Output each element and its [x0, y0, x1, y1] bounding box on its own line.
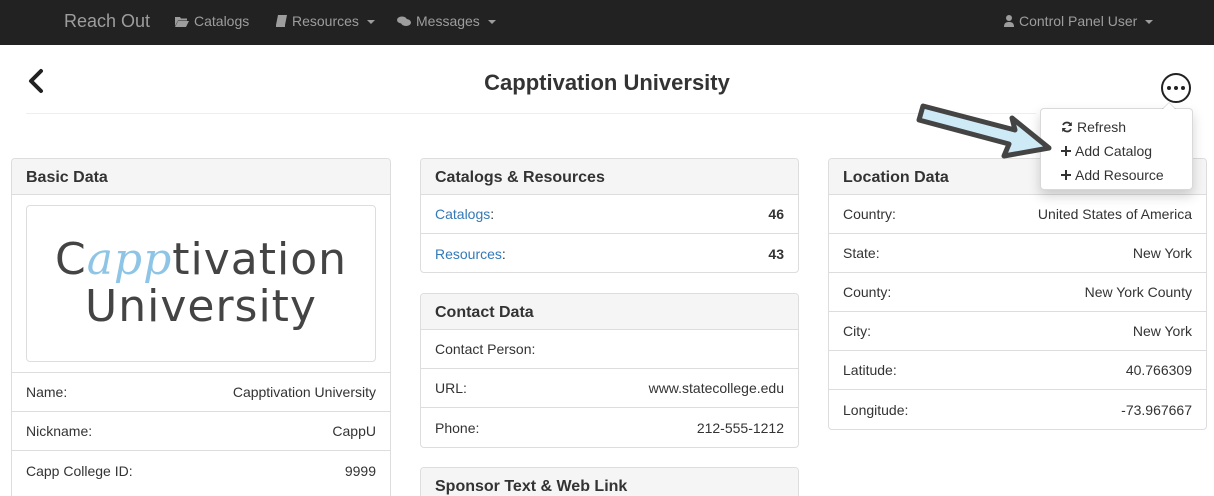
brand-link[interactable]: Reach Out	[64, 11, 150, 32]
location-row-longitude: Longitude: -73.967667	[843, 401, 1192, 418]
more-options-menu: Refresh Add Catalog Add Resource	[1040, 102, 1193, 190]
nav-catalogs-label: Catalogs	[194, 13, 250, 29]
menu-item-refresh[interactable]: Refresh	[1041, 115, 1192, 139]
location-row-country: Country: United States of America	[829, 195, 1206, 234]
nav-user-label: Control Panel User	[1019, 13, 1138, 29]
menu-item-add-resource[interactable]: Add Resource	[1041, 163, 1192, 187]
basic-data-heading: Basic Data	[12, 159, 390, 195]
catalogs-resources-heading: Catalogs & Resources	[421, 159, 798, 195]
more-dot	[1181, 86, 1185, 90]
catalogs-resources-panel: Catalogs & Resources Catalogs: 46 Resour…	[420, 158, 799, 273]
book-icon	[276, 15, 287, 27]
catalogs-count: 46	[768, 206, 784, 222]
folder-open-icon	[175, 16, 189, 27]
location-data-panel: Location Data Country: United States of …	[828, 158, 1207, 430]
refresh-icon	[1062, 121, 1072, 133]
sponsor-heading: Sponsor Text & Web Link	[421, 468, 798, 496]
caret-down-icon	[1145, 20, 1154, 24]
plus-icon	[1061, 170, 1071, 180]
location-row-city: City: New York	[829, 312, 1206, 351]
contact-data-panel: Contact Data Contact Person: URL: www.st…	[420, 293, 799, 448]
basic-row-nickname: Nickname: CappU	[12, 412, 390, 451]
location-row-county: County: New York County	[829, 273, 1206, 312]
basic-data-panel: Basic Data Capptivation University Name:…	[11, 158, 391, 496]
more-dot	[1174, 86, 1178, 90]
caret-down-icon	[487, 20, 496, 24]
catalogs-link[interactable]: Catalogs	[435, 206, 490, 222]
contact-data-heading: Contact Data	[421, 294, 798, 330]
contact-row-phone: Phone: 212-555-1212	[435, 419, 784, 436]
contact-row-person: Contact Person:	[421, 330, 798, 369]
location-row-latitude: Latitude: 40.766309	[829, 351, 1206, 390]
page-title: Capptivation University	[484, 70, 730, 95]
resources-count: 43	[768, 245, 784, 262]
resources-row: Resources: 43	[435, 245, 784, 262]
user-icon	[1004, 15, 1014, 27]
nav-catalogs[interactable]: Catalogs	[175, 13, 249, 29]
caret-down-icon	[366, 20, 375, 24]
university-logo: Capptivation University	[26, 205, 376, 362]
nav-user-dropdown[interactable]: Control Panel User	[1004, 13, 1154, 29]
more-dot	[1167, 86, 1171, 90]
more-options-button[interactable]	[1161, 73, 1191, 103]
nav-resources-label: Resources	[292, 13, 359, 29]
header-divider	[26, 113, 1036, 114]
basic-row-name: Name: Capptivation University	[12, 373, 390, 412]
nav-messages-dropdown[interactable]: Messages	[397, 13, 496, 29]
nav-resources-dropdown[interactable]: Resources	[275, 13, 375, 29]
sponsor-panel: Sponsor Text & Web Link	[420, 467, 799, 496]
location-row-state: State: New York	[829, 234, 1206, 273]
menu-item-add-catalog[interactable]: Add Catalog	[1041, 139, 1192, 163]
resources-link[interactable]: Resources	[435, 246, 502, 262]
annotation-arrow-icon	[916, 103, 1052, 159]
comments-icon	[397, 16, 411, 26]
nav-messages-label: Messages	[416, 13, 480, 29]
basic-row-college-id: Capp College ID: 9999	[26, 462, 376, 479]
catalogs-row: Catalogs: 46	[421, 195, 798, 234]
plus-icon	[1061, 146, 1071, 156]
top-navbar: Reach Out Catalogs Resources Messages Co…	[0, 0, 1214, 45]
contact-row-url: URL: www.statecollege.edu	[421, 369, 798, 408]
